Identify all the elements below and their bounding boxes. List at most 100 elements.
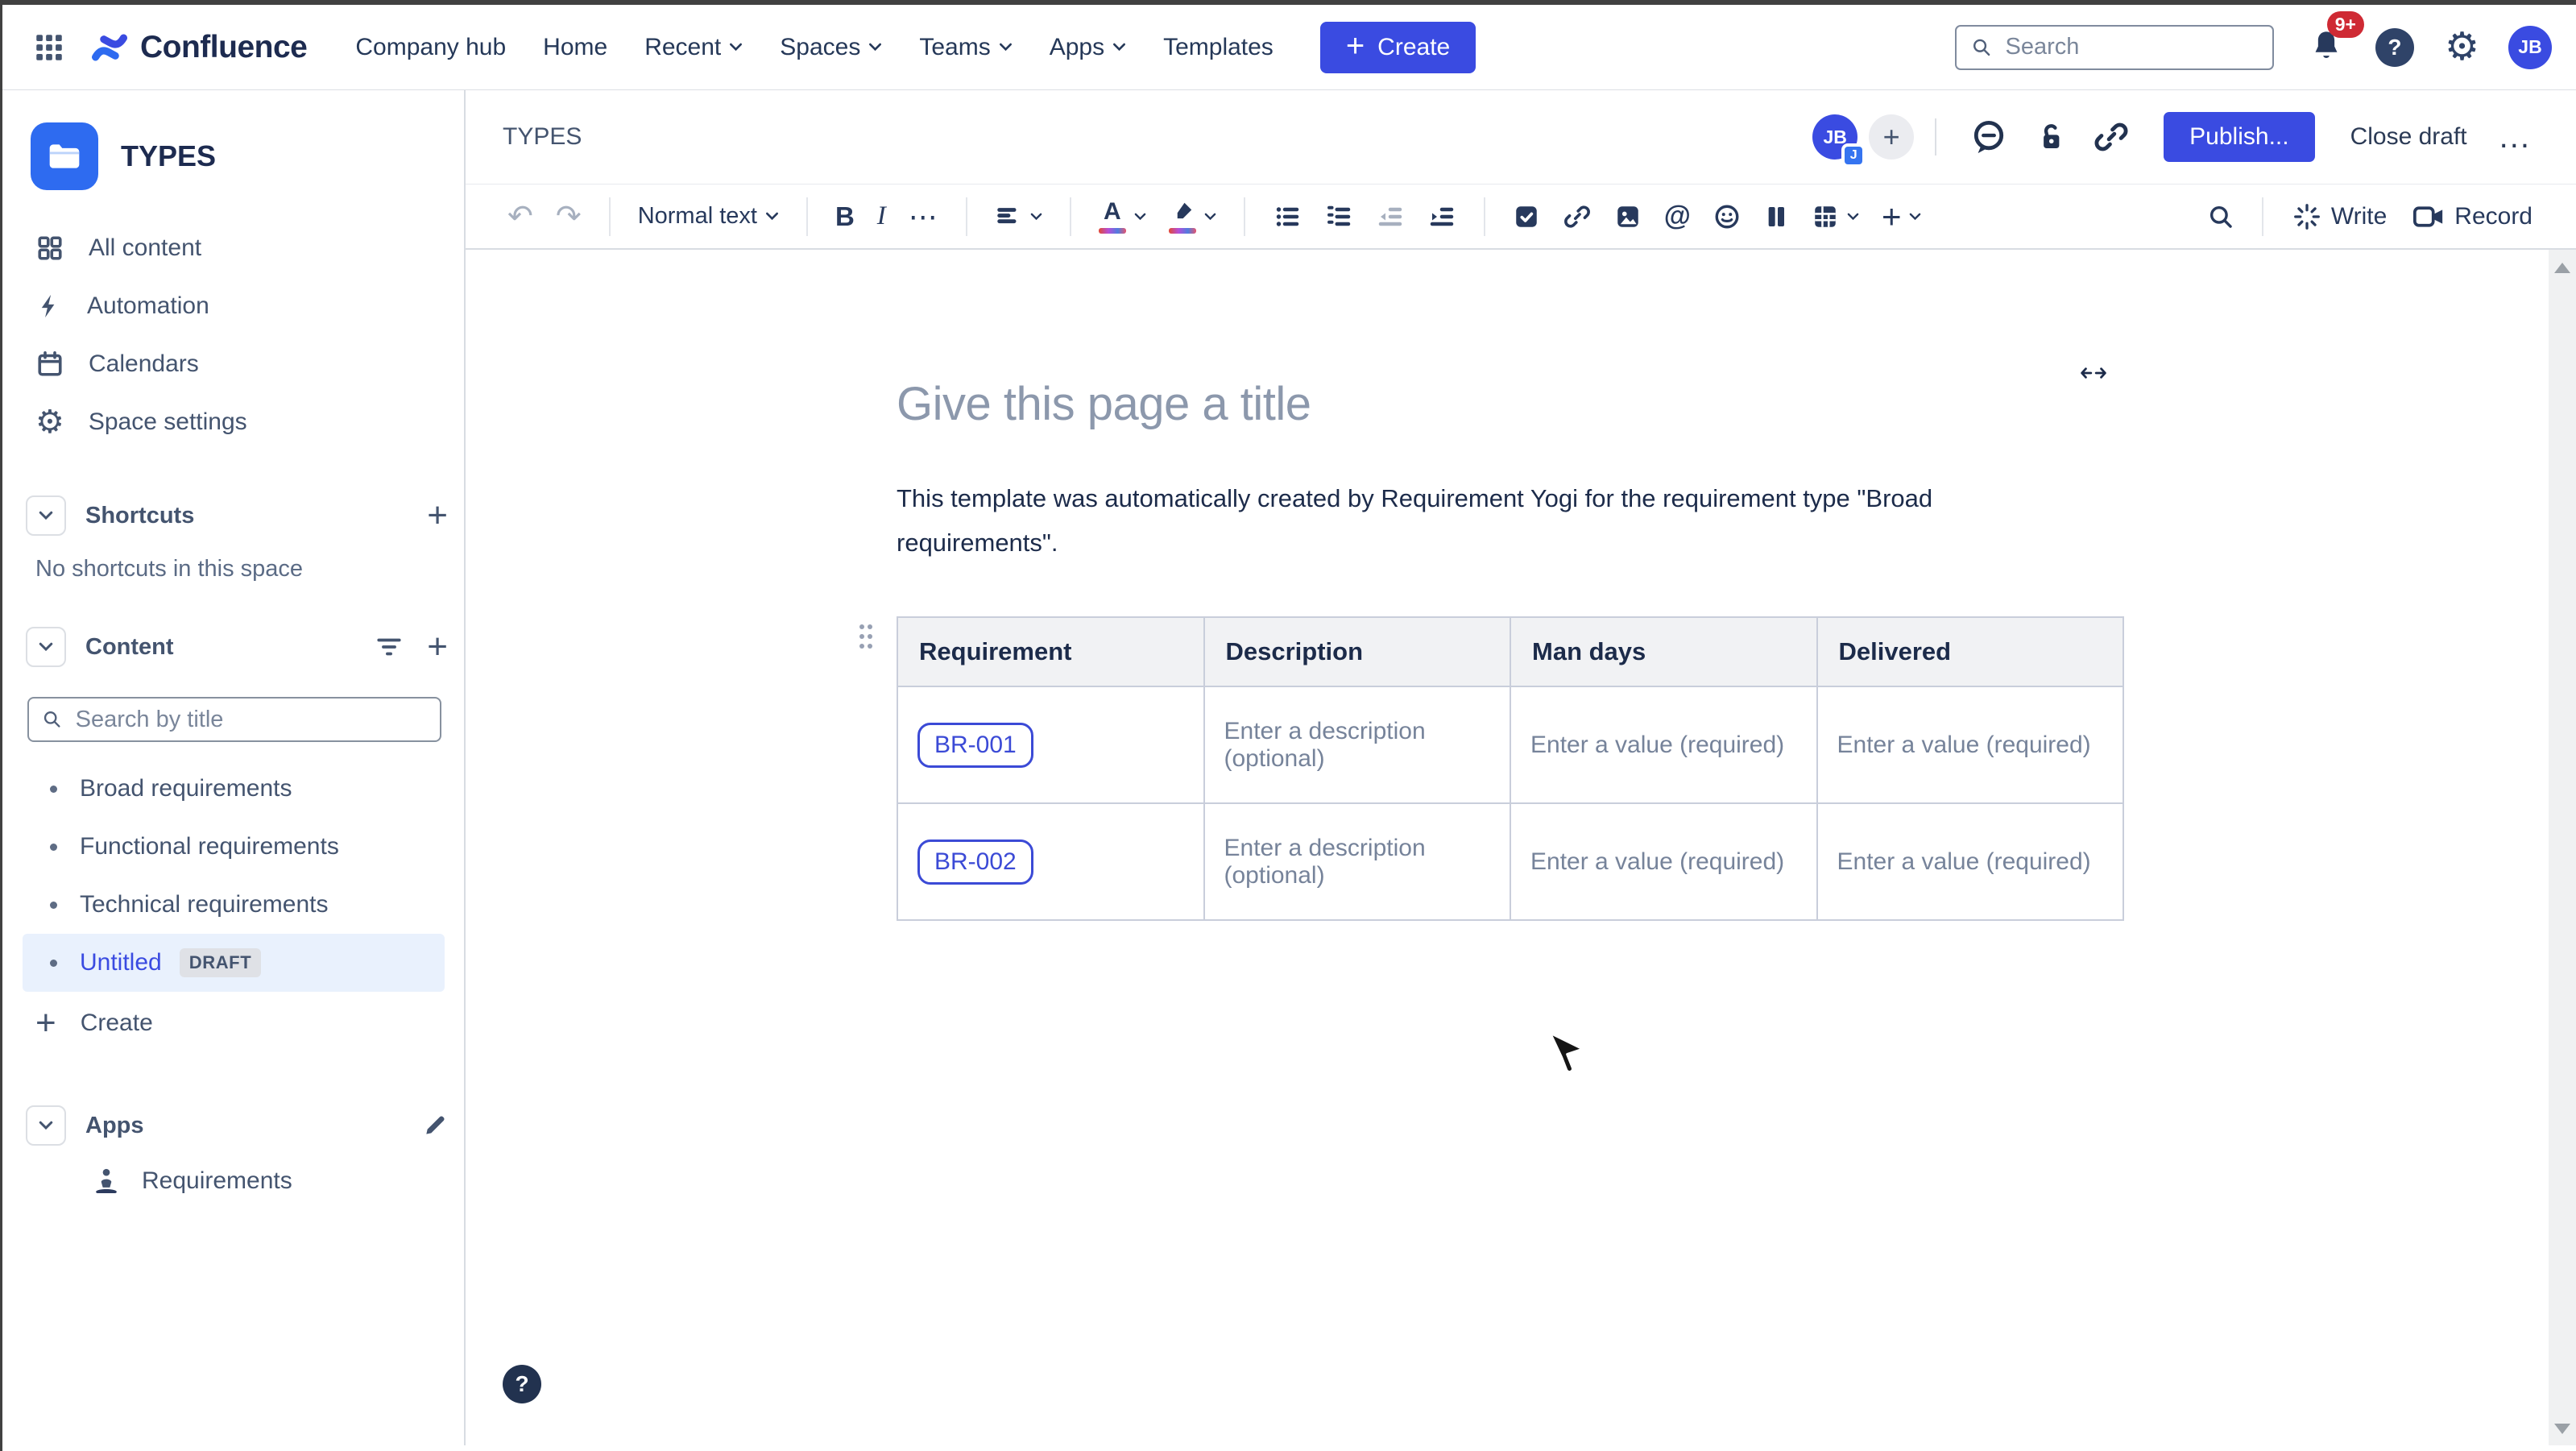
nav-templates[interactable]: Templates (1163, 34, 1274, 61)
settings-gear-icon[interactable]: ⚙ (2445, 28, 2479, 67)
page-item-functional-requirements[interactable]: Functional requirements (23, 818, 445, 876)
page-item-technical-requirements[interactable]: Technical requirements (23, 876, 445, 934)
intro-paragraph[interactable]: This template was automatically created … (897, 476, 2048, 565)
editor-help-button[interactable]: ? (503, 1365, 541, 1403)
content-search-input[interactable] (74, 706, 427, 734)
indent-button[interactable] (1416, 193, 1468, 241)
layouts-button[interactable] (1752, 193, 1800, 241)
requirements-table[interactable]: Requirement Description Man days Deliver… (897, 616, 2124, 921)
nav-spaces[interactable]: Spaces (780, 34, 882, 61)
sidebar-item-space-settings[interactable]: ⚙ Space settings (23, 393, 448, 451)
task-list-button[interactable] (1501, 193, 1551, 241)
requirement-key-pill[interactable]: BR-001 (917, 723, 1033, 768)
inline-comment-button[interactable] (1970, 118, 2007, 155)
bold-button[interactable]: B (824, 193, 866, 241)
apps-collapse-toggle[interactable] (26, 1105, 66, 1146)
help-button[interactable]: ? (2375, 28, 2414, 67)
page-title-placeholder[interactable]: Give this page a title (897, 377, 2124, 431)
insert-link-button[interactable] (1551, 193, 1603, 241)
outdent-button[interactable] (1365, 193, 1416, 241)
insert-image-button[interactable] (1603, 193, 1653, 241)
page-item-untitled-draft[interactable]: UntitledDRAFT (23, 934, 445, 992)
col-header-man-days[interactable]: Man days (1510, 617, 1817, 686)
global-search-box[interactable] (1955, 25, 2274, 70)
description-cell[interactable]: Enter a description (optional) (1204, 803, 1511, 920)
find-replace-button[interactable] (2196, 193, 2246, 241)
alignment-dropdown[interactable] (984, 193, 1054, 241)
highlight-color-dropdown[interactable] (1158, 193, 1228, 241)
publish-button[interactable]: Publish... (2164, 112, 2314, 162)
content-collapse-toggle[interactable] (26, 627, 66, 667)
app-switcher-icon[interactable] (32, 31, 66, 64)
space-header[interactable]: TYPES (31, 122, 448, 190)
bullet-list-icon (1273, 202, 1302, 231)
description-cell[interactable]: Enter a description (optional) (1204, 686, 1511, 803)
sidebar-item-automation[interactable]: Automation (23, 277, 448, 335)
man-days-cell[interactable]: Enter a value (required) (1510, 686, 1817, 803)
collaborator-avatar[interactable]: JBJ (1812, 114, 1857, 160)
mention-button[interactable]: @ (1653, 193, 1702, 241)
more-formatting-button[interactable]: ⋯ (897, 193, 950, 241)
delivered-cell[interactable]: Enter a value (required) (1817, 803, 2124, 920)
restrictions-button[interactable] (2033, 118, 2067, 155)
record-button[interactable]: Record (2400, 203, 2545, 230)
invite-collaborator-button[interactable]: + (1869, 114, 1914, 160)
ai-write-button[interactable]: Write (2280, 202, 2400, 231)
divider (1935, 118, 1936, 155)
add-shortcut-button[interactable]: + (427, 498, 448, 533)
pencil-icon[interactable] (422, 1113, 448, 1138)
vertical-scrollbar[interactable] (2549, 250, 2576, 1445)
scroll-up-arrow-icon[interactable] (2554, 263, 2570, 273)
drag-handle-icon[interactable] (859, 624, 876, 653)
shortcuts-collapse-toggle[interactable] (26, 495, 66, 536)
nav-company-hub[interactable]: Company hub (355, 34, 506, 61)
table-row: BR-001 Enter a description (optional) En… (897, 686, 2123, 803)
page-width-toggle[interactable] (2080, 363, 2107, 388)
more-menu-button[interactable]: ... (2499, 131, 2531, 143)
filter-icon[interactable] (375, 635, 403, 659)
copy-link-button[interactable] (2093, 118, 2130, 155)
nav-teams[interactable]: Teams (919, 34, 1012, 61)
add-content-button[interactable]: + (427, 629, 448, 665)
col-header-delivered[interactable]: Delivered (1817, 617, 2124, 686)
content-label: Content (85, 634, 174, 661)
italic-button[interactable]: I (866, 193, 897, 241)
col-header-requirement[interactable]: Requirement (897, 617, 1204, 686)
nav-home[interactable]: Home (543, 34, 607, 61)
page-item-broad-requirements[interactable]: Broad requirements (23, 760, 445, 818)
numbered-list-button[interactable] (1313, 193, 1365, 241)
sidebar-item-requirements-app[interactable]: Requirements (23, 1151, 448, 1211)
document-canvas[interactable]: Give this page a title This template was… (466, 250, 2576, 1445)
notifications-button[interactable]: 9+ (2309, 27, 2343, 67)
delivered-cell[interactable]: Enter a value (required) (1817, 686, 2124, 803)
nav-apps[interactable]: Apps (1050, 34, 1126, 61)
insert-table-dropdown[interactable] (1800, 193, 1870, 241)
logo-text: Confluence (140, 30, 307, 65)
text-style-dropdown[interactable]: Normal text (627, 193, 790, 241)
close-draft-button[interactable]: Close draft (2350, 123, 2467, 151)
breadcrumb[interactable]: TYPES (503, 123, 582, 151)
search-input[interactable] (2004, 33, 2258, 61)
emoji-button[interactable] (1702, 193, 1752, 241)
table-row: BR-002 Enter a description (optional) En… (897, 803, 2123, 920)
sidebar-item-calendars[interactable]: Calendars (23, 335, 448, 393)
chevron-down-icon (765, 212, 779, 221)
space-name: TYPES (121, 139, 216, 173)
text-color-dropdown[interactable]: A (1087, 193, 1158, 241)
redo-button[interactable]: ↷ (545, 193, 593, 241)
scroll-down-arrow-icon[interactable] (2554, 1424, 2570, 1434)
confluence-logo[interactable]: Confluence (90, 30, 307, 65)
sidebar-item-all-content[interactable]: All content (23, 219, 448, 277)
sidebar-create-button[interactable]: +Create (23, 992, 448, 1055)
insert-element-dropdown[interactable]: + (1870, 193, 1933, 241)
undo-button[interactable]: ↶ (496, 193, 545, 241)
bullet-list-button[interactable] (1261, 193, 1313, 241)
requirement-key-pill[interactable]: BR-002 (917, 840, 1033, 885)
col-header-description[interactable]: Description (1204, 617, 1511, 686)
create-button[interactable]: +Create (1320, 22, 1476, 73)
content-search-box[interactable] (27, 697, 441, 742)
man-days-cell[interactable]: Enter a value (required) (1510, 803, 1817, 920)
user-avatar[interactable]: JB (2508, 26, 2552, 69)
shortcuts-empty-text: No shortcuts in this space (35, 556, 448, 582)
nav-recent[interactable]: Recent (644, 34, 743, 61)
